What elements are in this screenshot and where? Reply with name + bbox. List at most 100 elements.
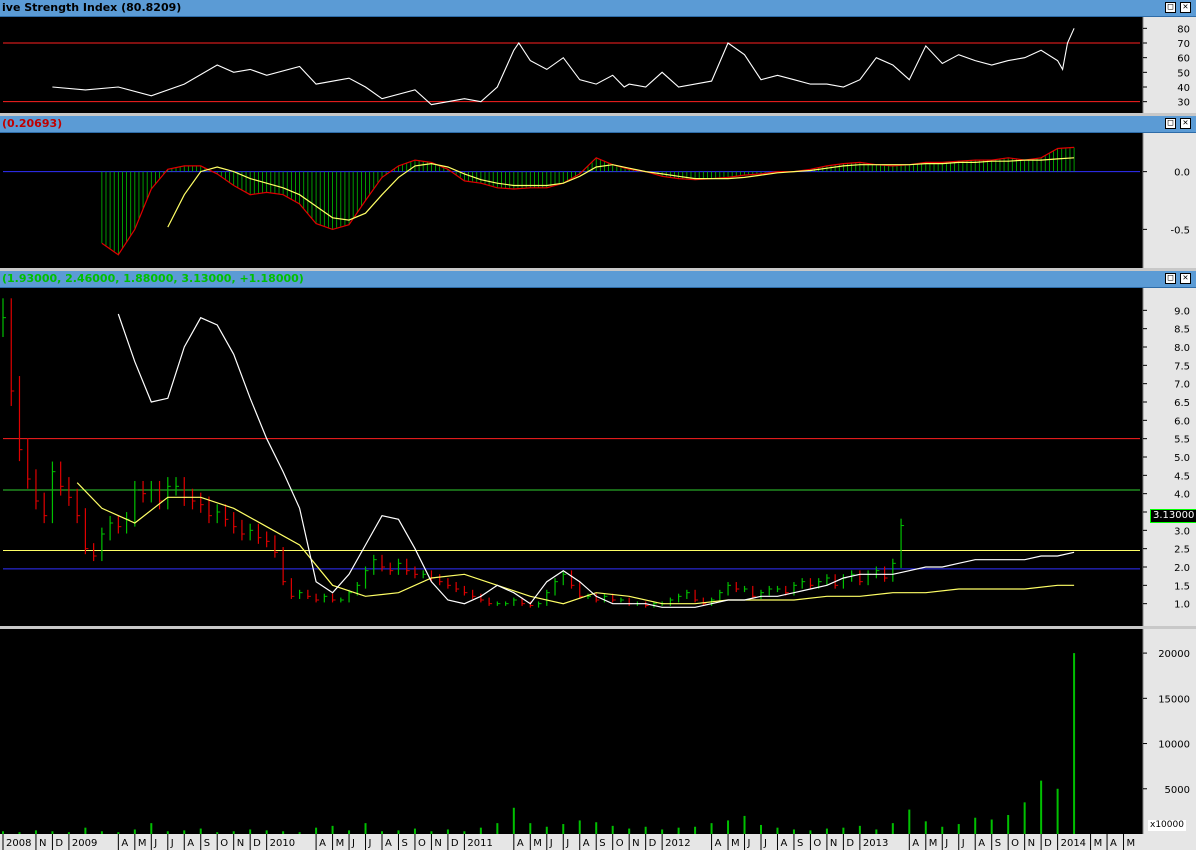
- macd-pane: (0.20693) □ ✕ -0.5 0.0: [0, 116, 1196, 268]
- y-tick-label: 1.0: [1174, 600, 1190, 611]
- x-tick-label: A: [978, 838, 985, 849]
- volume-bar: [1007, 815, 1010, 834]
- x-tick-label: 2011: [467, 838, 492, 849]
- x-tick-label: M: [731, 838, 740, 849]
- x-tick-label: O: [418, 838, 426, 849]
- x-tick-label: N: [830, 838, 837, 849]
- rsi-title-text: ive Strength Index: [2, 1, 118, 14]
- volume-bar: [924, 821, 927, 834]
- x-tick-label: D: [649, 838, 657, 849]
- volume-bar: [150, 823, 153, 834]
- x-tick-label: D: [451, 838, 459, 849]
- moving-average-short: [76, 482, 1075, 605]
- moving-average-long: [117, 313, 1075, 608]
- y-tick-label: 5000: [1165, 785, 1190, 796]
- volume-bar: [990, 819, 993, 834]
- x-tick-label: A: [715, 838, 722, 849]
- x-tick-label: O: [813, 838, 821, 849]
- x-tick-label: M: [1094, 838, 1103, 849]
- x-tick-label: N: [1028, 838, 1035, 849]
- x-tick-label: J: [565, 838, 569, 849]
- x-tick-label: A: [517, 838, 524, 849]
- x-tick-label: N: [39, 838, 46, 849]
- x-tick-label: S: [204, 838, 210, 849]
- x-tick-label: 2012: [665, 838, 690, 849]
- y-tick-label: 10000: [1158, 740, 1190, 751]
- x-tick-label: A: [121, 838, 128, 849]
- rsi-title: ive Strength Index (80.8209): [2, 1, 181, 15]
- volume-bar: [858, 825, 861, 834]
- volume-bar: [545, 826, 548, 834]
- y-tick-label: 3.0: [1174, 526, 1190, 537]
- macd-value: (0.20693): [2, 117, 63, 130]
- y-tick-label: 20000: [1158, 649, 1190, 660]
- y-tick-label: 2.5: [1174, 545, 1190, 556]
- volume-bar: [710, 823, 713, 834]
- y-tick-label: 2.0: [1174, 563, 1190, 574]
- x-tick-label: J: [549, 838, 553, 849]
- volume-bar: [496, 823, 499, 834]
- x-tick-label: O: [1011, 838, 1019, 849]
- y-tick-label: 60: [1177, 54, 1190, 65]
- y-tick-label: 5.0: [1174, 453, 1190, 464]
- y-tick-label: 0.0: [1174, 168, 1190, 179]
- volume-bar: [644, 826, 647, 834]
- x-tick-label: A: [780, 838, 787, 849]
- y-tick-label: 6.0: [1174, 416, 1190, 427]
- volume-bar: [1056, 788, 1059, 834]
- y-tick-label: 8.5: [1174, 325, 1190, 336]
- volume-plot: 5000 10000 15000 20000: [2, 629, 1196, 834]
- rsi-value: (80.8209): [121, 1, 182, 14]
- x-tick-label: M: [533, 838, 542, 849]
- y-tick-label: 6.5: [1174, 398, 1190, 409]
- rsi-pane: ive Strength Index (80.8209) □ ✕ 30 40 50 6…: [0, 0, 1196, 113]
- rsi-line: [52, 28, 1075, 106]
- rsi-plot: 30 40 50 60 70 80: [3, 17, 1196, 113]
- volume-bar: [562, 824, 565, 834]
- x-tick-label: S: [995, 838, 1001, 849]
- volume-bar: [694, 826, 697, 834]
- price-close-button[interactable]: ✕: [1180, 273, 1191, 284]
- y-tick-label: 4.0: [1174, 490, 1190, 501]
- x-tick-label: M: [1127, 838, 1136, 849]
- y-tick-label: 9.0: [1174, 306, 1190, 317]
- rsi-titlebar[interactable]: ive Strength Index (80.8209) □ ✕: [0, 0, 1196, 17]
- macd-maximize-button[interactable]: □: [1165, 118, 1176, 129]
- y-tick-label: 50: [1177, 68, 1190, 79]
- x-tick-label: M: [336, 838, 345, 849]
- macd-title: (0.20693): [2, 117, 62, 131]
- macd-close-button[interactable]: ✕: [1180, 118, 1191, 129]
- x-tick-label: M: [929, 838, 938, 849]
- x-tick-label: 2014: [1061, 838, 1086, 849]
- volume-bar: [595, 822, 598, 834]
- volume-bar: [1040, 780, 1043, 834]
- volume-bar: [760, 824, 762, 834]
- volume-bar: [578, 820, 581, 834]
- rsi-maximize-button[interactable]: □: [1165, 2, 1176, 13]
- macd-plot: -0.5 0.0: [3, 133, 1196, 268]
- x-tick-label: J: [368, 838, 372, 849]
- x-tick-label: A: [912, 838, 919, 849]
- volume-bar: [891, 823, 894, 834]
- volume-bar: [364, 823, 367, 834]
- x-tick-label: A: [583, 838, 590, 849]
- x-tick-label: N: [434, 838, 441, 849]
- price-maximize-button[interactable]: □: [1165, 273, 1176, 284]
- x-tick-label: D: [55, 838, 63, 849]
- volume-bar: [727, 820, 730, 834]
- x-tick-label: J: [763, 838, 767, 849]
- rsi-close-button[interactable]: ✕: [1180, 2, 1191, 13]
- y-tick-label: 7.0: [1174, 380, 1190, 391]
- x-tick-label: J: [153, 838, 157, 849]
- x-tick-label: J: [961, 838, 965, 849]
- x-tick-label: A: [187, 838, 194, 849]
- macd-titlebar[interactable]: (0.20693) □ ✕: [0, 116, 1196, 133]
- x-tick-label: S: [401, 838, 407, 849]
- volume-bar: [1023, 802, 1026, 834]
- price-titlebar[interactable]: (1.93000, 2.46000, 1.88000, 3.13000, +1.…: [0, 271, 1196, 288]
- x-tick-label: N: [632, 838, 639, 849]
- x-tick-label: S: [797, 838, 803, 849]
- x-tick-label: 2013: [863, 838, 888, 849]
- x-tick-label: O: [616, 838, 624, 849]
- x-axis: 2008 N D 2009 A M J J A S O N D 2010 A M J J A S O N D 2011 A M J J…: [0, 834, 1196, 850]
